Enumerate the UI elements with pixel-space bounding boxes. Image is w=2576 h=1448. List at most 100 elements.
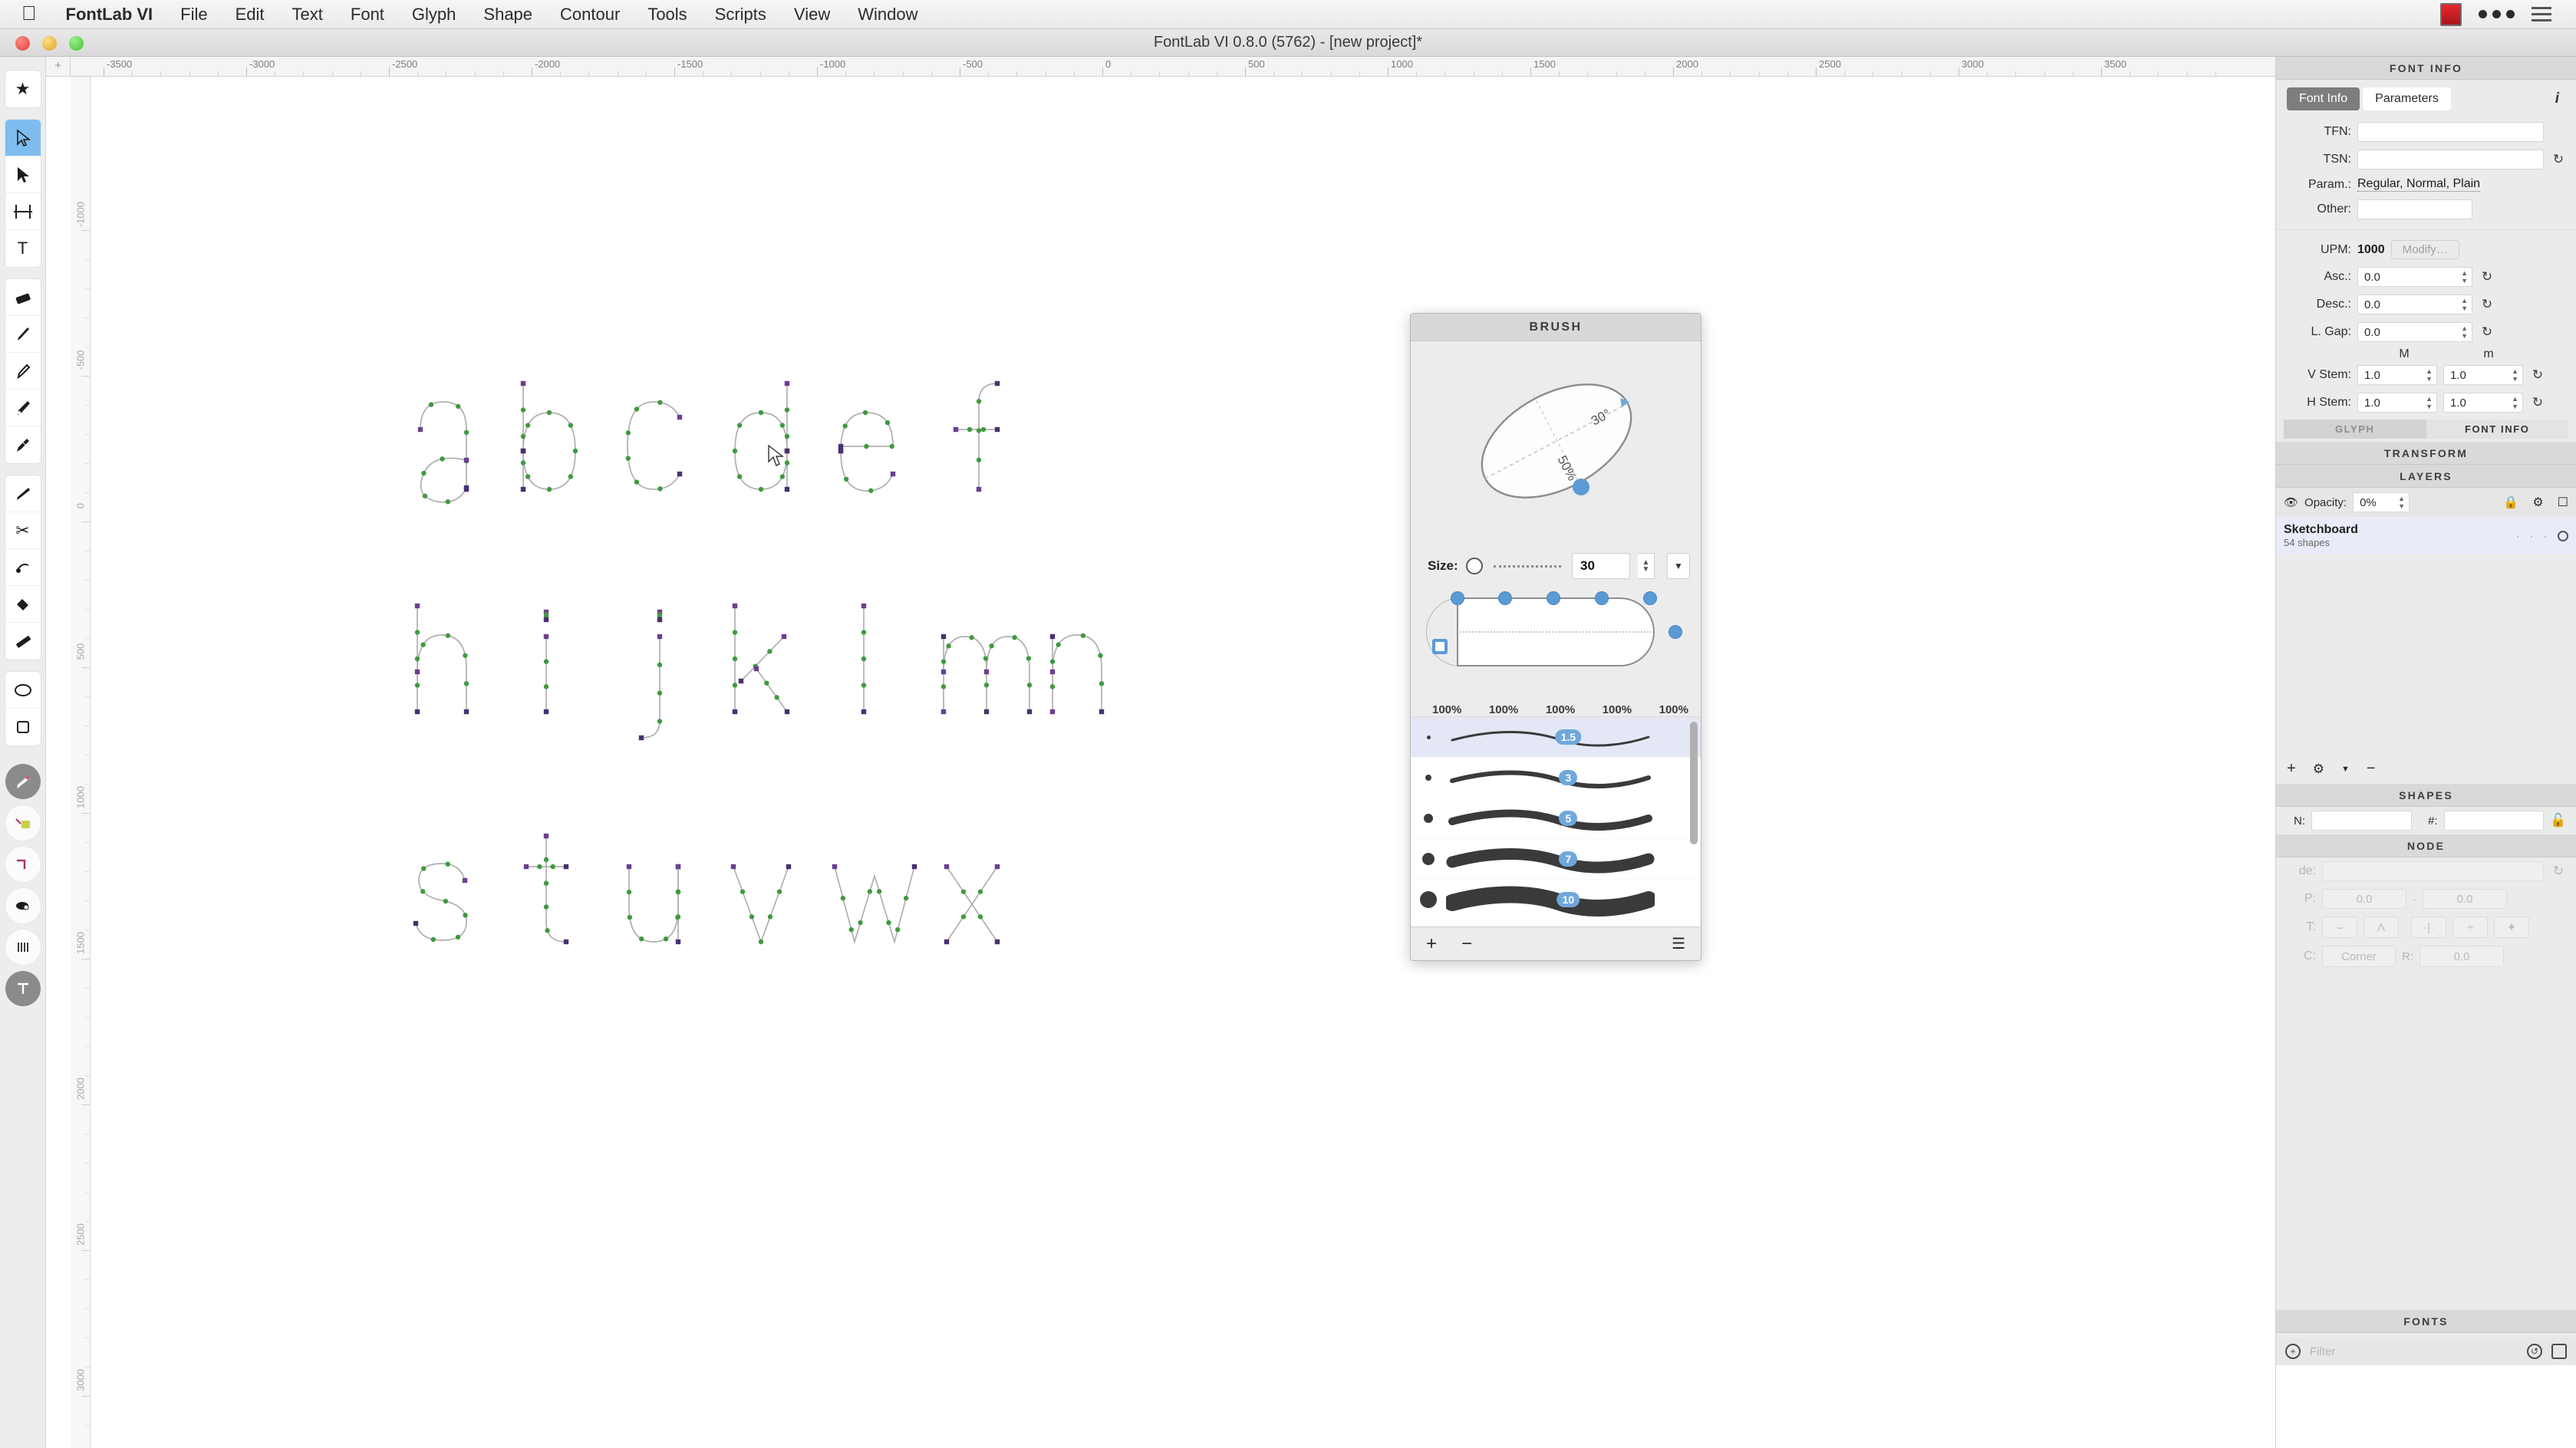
glyph-node[interactable] bbox=[675, 864, 681, 870]
glyph-node[interactable] bbox=[657, 617, 663, 623]
glyph-node[interactable] bbox=[626, 864, 632, 870]
glyph-node[interactable] bbox=[440, 456, 445, 462]
glyph-node[interactable] bbox=[657, 634, 663, 640]
brush-preset-row[interactable]: 7 bbox=[1411, 839, 1701, 880]
profile-node-1[interactable] bbox=[1451, 591, 1464, 605]
glyph-node[interactable] bbox=[884, 420, 891, 426]
glyph-node[interactable] bbox=[414, 603, 420, 609]
glyph-node[interactable] bbox=[980, 426, 987, 433]
fonts-list-body[interactable] bbox=[2276, 1365, 2576, 1448]
glyph-node[interactable] bbox=[994, 939, 1000, 945]
menu-fontlab-vi[interactable]: FontLab VI bbox=[52, 5, 167, 25]
glyph-w[interactable] bbox=[834, 866, 915, 945]
glyph-node[interactable] bbox=[463, 457, 469, 463]
glyph-node[interactable] bbox=[520, 486, 526, 492]
glyph-node[interactable] bbox=[463, 653, 468, 658]
upm-value[interactable]: 1000 bbox=[2357, 243, 2385, 257]
glyph-node[interactable] bbox=[414, 669, 420, 675]
angle-guide-icon[interactable] bbox=[5, 847, 41, 882]
glyph-node[interactable] bbox=[994, 426, 1000, 433]
gear-icon[interactable]: ⚙ bbox=[2313, 762, 2324, 777]
glyph-node[interactable] bbox=[864, 443, 869, 449]
glyph-node[interactable] bbox=[911, 864, 917, 870]
glyph-h[interactable] bbox=[417, 606, 467, 712]
glyph-node[interactable] bbox=[976, 399, 982, 404]
shadow-icon[interactable] bbox=[5, 888, 41, 923]
glyph-node[interactable] bbox=[1099, 681, 1105, 686]
glyph-node[interactable] bbox=[738, 678, 744, 684]
glyph-node[interactable] bbox=[634, 479, 640, 485]
brush-size-stepper[interactable]: ▲ ▼ bbox=[1638, 553, 1655, 579]
glyph-canvas[interactable] bbox=[91, 77, 2275, 1448]
glyph-t[interactable] bbox=[526, 836, 567, 943]
glyph-node[interactable] bbox=[784, 433, 790, 439]
glyph-node[interactable] bbox=[550, 864, 555, 870]
vertical-ruler[interactable]: -1000 -500 0 500 1000 1500 2000 2500 3000 bbox=[71, 77, 91, 1448]
color-swatch-icon[interactable] bbox=[5, 805, 41, 841]
reset-icon-tsn[interactable]: ↻ bbox=[2550, 152, 2567, 167]
glyph-node[interactable] bbox=[784, 380, 790, 387]
glyph-node[interactable] bbox=[543, 709, 549, 715]
vstem-uppercase-arrows[interactable]: ▲ ▼ bbox=[2426, 367, 2433, 383]
glyph-node[interactable] bbox=[568, 474, 574, 479]
three-dots-icon[interactable] bbox=[2479, 10, 2515, 18]
glyph-k[interactable] bbox=[734, 606, 788, 712]
glyph-node[interactable] bbox=[983, 656, 989, 661]
menu-glyph[interactable]: Glyph bbox=[398, 5, 469, 25]
glyph-node[interactable] bbox=[736, 423, 743, 428]
glyph-node[interactable] bbox=[753, 666, 759, 672]
glyph-node[interactable] bbox=[858, 920, 863, 926]
glyph-node[interactable] bbox=[520, 407, 526, 413]
glyph-node[interactable] bbox=[414, 709, 420, 715]
descender-input[interactable]: 0.0 ▲ ▼ bbox=[2357, 295, 2472, 314]
apple-icon[interactable]:  bbox=[21, 3, 37, 23]
menu-file[interactable]: File bbox=[166, 5, 221, 25]
stripes-icon[interactable] bbox=[5, 930, 41, 965]
glyph-node[interactable] bbox=[1049, 634, 1056, 640]
glyph-node[interactable] bbox=[428, 402, 434, 407]
glyph-node[interactable] bbox=[944, 939, 950, 945]
split-icon[interactable]: ·|· bbox=[2411, 917, 2446, 938]
glyph-nodes-k[interactable] bbox=[732, 603, 790, 715]
glyph-node[interactable] bbox=[1026, 683, 1033, 688]
paint-bucket-icon[interactable] bbox=[5, 586, 41, 623]
glyph-node[interactable] bbox=[417, 426, 423, 433]
glyph-node[interactable] bbox=[523, 864, 529, 870]
glyph-node[interactable] bbox=[994, 380, 1000, 387]
menu-view[interactable]: View bbox=[780, 5, 844, 25]
glyph-node[interactable] bbox=[764, 680, 769, 686]
sharp-corner-icon[interactable]: Λ bbox=[2364, 917, 2399, 938]
knife-icon[interactable] bbox=[5, 476, 41, 512]
glyph-node[interactable] bbox=[413, 920, 419, 926]
glyph-node[interactable] bbox=[732, 448, 738, 454]
glyph-nodes-v[interactable] bbox=[730, 864, 792, 945]
brush-preset-row[interactable]: 5 bbox=[1411, 798, 1701, 839]
glyph-d[interactable] bbox=[734, 383, 788, 490]
list-lines-icon[interactable] bbox=[2532, 7, 2551, 21]
glyph-node[interactable] bbox=[758, 939, 764, 945]
glyph-nodes-s[interactable] bbox=[413, 861, 468, 943]
glyph-node[interactable] bbox=[774, 695, 779, 700]
profile-node-5[interactable] bbox=[1643, 591, 1657, 605]
linegap-stepper-arrows[interactable]: ▲ ▼ bbox=[2461, 324, 2468, 340]
glyph-node[interactable] bbox=[1026, 656, 1032, 661]
glyph-node[interactable] bbox=[736, 474, 743, 479]
glyph-node[interactable] bbox=[1026, 709, 1033, 715]
glyph-node[interactable] bbox=[886, 920, 891, 926]
glyph-node[interactable] bbox=[840, 895, 846, 901]
tfn-input[interactable] bbox=[2357, 122, 2544, 142]
glyph-node[interactable] bbox=[779, 423, 786, 428]
glyph-node[interactable] bbox=[663, 936, 669, 942]
node-de-input[interactable] bbox=[2322, 861, 2544, 881]
glyph-nodes-h[interactable] bbox=[414, 603, 469, 715]
glyph-node[interactable] bbox=[903, 895, 909, 901]
glyph-node[interactable] bbox=[675, 939, 681, 945]
brush-preset-row[interactable]: 1.5 bbox=[1411, 717, 1701, 758]
glyph-node[interactable] bbox=[657, 719, 663, 724]
duplicate-icon[interactable]: ☐ bbox=[2558, 495, 2568, 510]
glyph-node[interactable] bbox=[456, 403, 461, 409]
layer-ring-icon[interactable] bbox=[2558, 530, 2568, 541]
glyph-node[interactable] bbox=[861, 656, 867, 662]
brush-shape-preview[interactable]: 30° 50% bbox=[1411, 341, 1701, 548]
ellipse-icon[interactable] bbox=[5, 672, 41, 709]
